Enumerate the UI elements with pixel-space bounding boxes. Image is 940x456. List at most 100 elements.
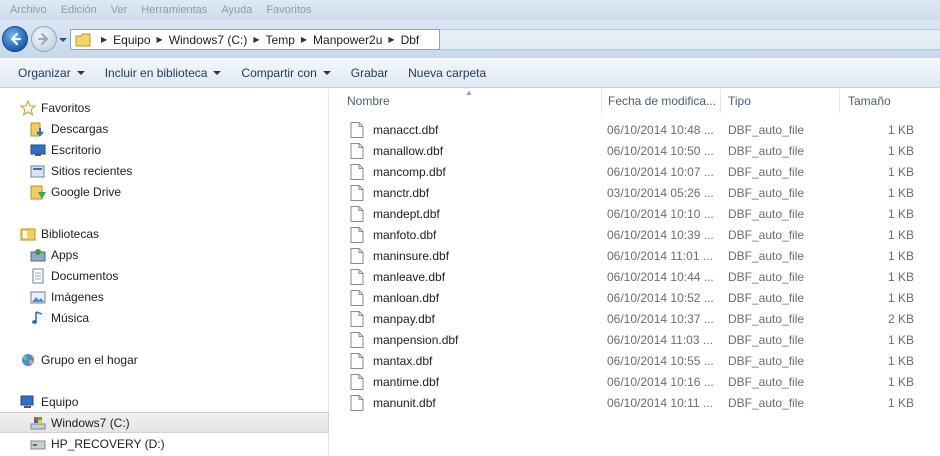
file-name: mandept.dbf (373, 206, 440, 221)
arrow-right-icon (37, 32, 49, 46)
recent-places-icon (30, 165, 45, 177)
file-date: 06/10/2014 10:07 ... (607, 164, 714, 179)
column-tipo-label: Tipo (728, 94, 751, 108)
file-name: manpay.dbf (373, 311, 435, 326)
file-name-cell: mantime.dbf (345, 371, 439, 392)
column-header-tamano[interactable]: Tamaño (840, 89, 930, 113)
file-size: 1 KB (887, 185, 914, 200)
back-button[interactable] (2, 26, 28, 52)
file-type: DBF_auto_file (728, 269, 805, 284)
column-header-tipo[interactable]: Tipo (721, 89, 840, 113)
nav-descargas[interactable]: Descargas (0, 118, 329, 139)
file-name-cell: manctr.dbf (345, 182, 429, 203)
column-nombre-label: Nombre (347, 94, 390, 108)
menu-item-archivo[interactable]: Archivo (10, 4, 47, 16)
file-row[interactable]: manctr.dbf 03/10/2014 05:26 ... DBF_auto_f… (345, 182, 925, 203)
compartir-label: Compartir con (241, 65, 317, 80)
file-row[interactable]: manunit.dbf 06/10/2014 10:11 ... DBF_auto_… (345, 392, 925, 413)
nav-musica[interactable]: Música (0, 307, 329, 328)
file-name: manloan.dbf (373, 290, 440, 305)
file-name-cell: manpension.dbf (345, 329, 458, 350)
drive-icon (30, 440, 46, 449)
homegroup-icon (22, 353, 34, 366)
file-size: 1 KB (887, 164, 914, 179)
menu-item-ayuda[interactable]: Ayuda (221, 4, 252, 16)
desktop-icon (30, 144, 46, 156)
file-name-cell: manacct.dbf (345, 119, 438, 140)
recent-pages-dropdown[interactable] (58, 35, 68, 45)
column-tamano-label: Tamaño (848, 94, 891, 108)
file-name: maninsure.dbf (373, 248, 450, 263)
nav-grupo-hogar[interactable]: Grupo en el hogar (0, 349, 329, 370)
breadcrumb-equipo[interactable]: ▶ Equipo (95, 33, 151, 47)
column-header-fecha[interactable]: Fecha de modifica... (602, 89, 721, 113)
nav-windows7-drive[interactable]: Windows7 (C:) (0, 412, 329, 433)
file-type: DBF_auto_file (728, 290, 805, 305)
file-row[interactable]: mancomp.dbf 06/10/2014 10:07 ... DBF_auto_… (345, 161, 925, 182)
nav-escritorio[interactable]: Escritorio (0, 139, 329, 160)
file-row[interactable]: manpay.dbf 06/10/2014 10:37 ... DBF_auto_f… (345, 308, 925, 329)
file-row[interactable]: maninsure.dbf 06/10/2014 11:01 ... DBF_aut… (345, 245, 925, 266)
file-row[interactable]: manacct.dbf 06/10/2014 10:48 ... DBF_auto_… (345, 119, 925, 140)
nav-hp-recovery-drive[interactable]: HP_RECOVERY (D:) (0, 433, 329, 454)
organizar-button[interactable]: Organizar (8, 61, 95, 85)
search-area-faded (440, 29, 940, 50)
grabar-label: Grabar (350, 65, 389, 80)
file-size: 1 KB (887, 395, 914, 410)
nav-google-drive[interactable]: Google Drive (0, 181, 329, 202)
file-name: manleave.dbf (373, 269, 446, 284)
breadcrumb-manpower2u[interactable]: ▶ Manpower2u (295, 33, 383, 47)
file-row[interactable]: manallow.dbf 06/10/2014 10:50 ... DBF_auto… (345, 140, 925, 161)
address-bar[interactable]: ▶ Equipo ▶ Windows7 (C:) ▶ Temp ▶ Manpower2u… (70, 29, 440, 50)
file-date: 03/10/2014 05:26 ... (607, 185, 714, 200)
file-size: 1 KB (887, 374, 914, 389)
file-date: 06/10/2014 11:01 ... (607, 248, 713, 263)
file-row[interactable]: manpension.dbf 06/10/2014 11:03 ... DBF_au… (345, 329, 925, 350)
file-date: 06/10/2014 10:37 ... (607, 311, 714, 326)
menu-item-favoritos[interactable]: Favoritos (266, 4, 311, 16)
column-fecha-label: Fecha de modifica... (608, 94, 717, 108)
breadcrumb-dbf[interactable]: ▶ Dbf (382, 33, 419, 47)
forward-button[interactable] (31, 26, 57, 52)
file-row[interactable]: mantime.dbf 06/10/2014 10:16 ... DBF_auto_… (345, 371, 925, 392)
file-icon (350, 184, 364, 201)
file-row[interactable]: mandept.dbf 06/10/2014 10:10 ... DBF_auto_… (345, 203, 925, 224)
file-row[interactable]: manleave.dbf 06/10/2014 10:44 ... DBF_auto… (345, 266, 925, 287)
file-row[interactable]: manfoto.dbf 06/10/2014 10:39 ... DBF_auto_… (345, 224, 925, 245)
file-row[interactable]: manloan.dbf 06/10/2014 10:52 ... DBF_auto_… (345, 287, 925, 308)
file-name-cell: mandept.dbf (345, 203, 440, 224)
nav-hp-recovery-label: HP_RECOVERY (D:) (51, 436, 165, 451)
nav-favoritos[interactable]: Favoritos (0, 97, 329, 118)
nueva-carpeta-button[interactable]: Nueva carpeta (398, 61, 496, 85)
file-icon (350, 268, 364, 285)
menu-item-herramientas[interactable]: Herramientas (141, 4, 207, 16)
breadcrumb-temp[interactable]: ▶ Temp (247, 33, 295, 47)
compartir-button[interactable]: Compartir con (231, 61, 340, 85)
grabar-button[interactable]: Grabar (341, 61, 398, 85)
menu-item-ver[interactable]: Ver (111, 4, 128, 16)
menu-item-edicion[interactable]: Edición (61, 4, 97, 16)
nav-imagenes[interactable]: Imágenes (0, 286, 329, 307)
file-name-cell: mancomp.dbf (345, 161, 446, 182)
file-date: 06/10/2014 10:44 ... (607, 269, 714, 284)
column-header-nombre[interactable]: Nombre (340, 89, 602, 113)
nav-bibliotecas[interactable]: Bibliotecas (0, 223, 329, 244)
file-row[interactable]: mantax.dbf 06/10/2014 10:55 ... DBF_auto_f… (345, 350, 925, 371)
breadcrumb-windows7[interactable]: ▶ Windows7 (C:) (151, 33, 248, 47)
file-name: manacct.dbf (373, 122, 439, 137)
file-name-cell: manunit.dbf (345, 392, 436, 413)
computer-icon (20, 395, 34, 408)
file-icon (350, 289, 364, 306)
nav-documentos[interactable]: Documentos (0, 265, 329, 286)
file-name: manfoto.dbf (373, 227, 437, 242)
file-size: 2 KB (887, 311, 914, 326)
file-date: 06/10/2014 10:55 ... (607, 353, 714, 368)
nav-imagenes-label: Imágenes (51, 289, 104, 304)
nav-equipo[interactable]: Equipo (0, 391, 329, 412)
file-name-cell: maninsure.dbf (345, 245, 449, 266)
file-date: 06/10/2014 10:50 ... (607, 143, 714, 158)
nav-descargas-label: Descargas (51, 121, 109, 136)
incluir-biblioteca-button[interactable]: Incluir en biblioteca (95, 61, 232, 85)
nav-apps[interactable]: Apps (0, 244, 329, 265)
nav-sitios-recientes[interactable]: Sitios recientes (0, 160, 329, 181)
